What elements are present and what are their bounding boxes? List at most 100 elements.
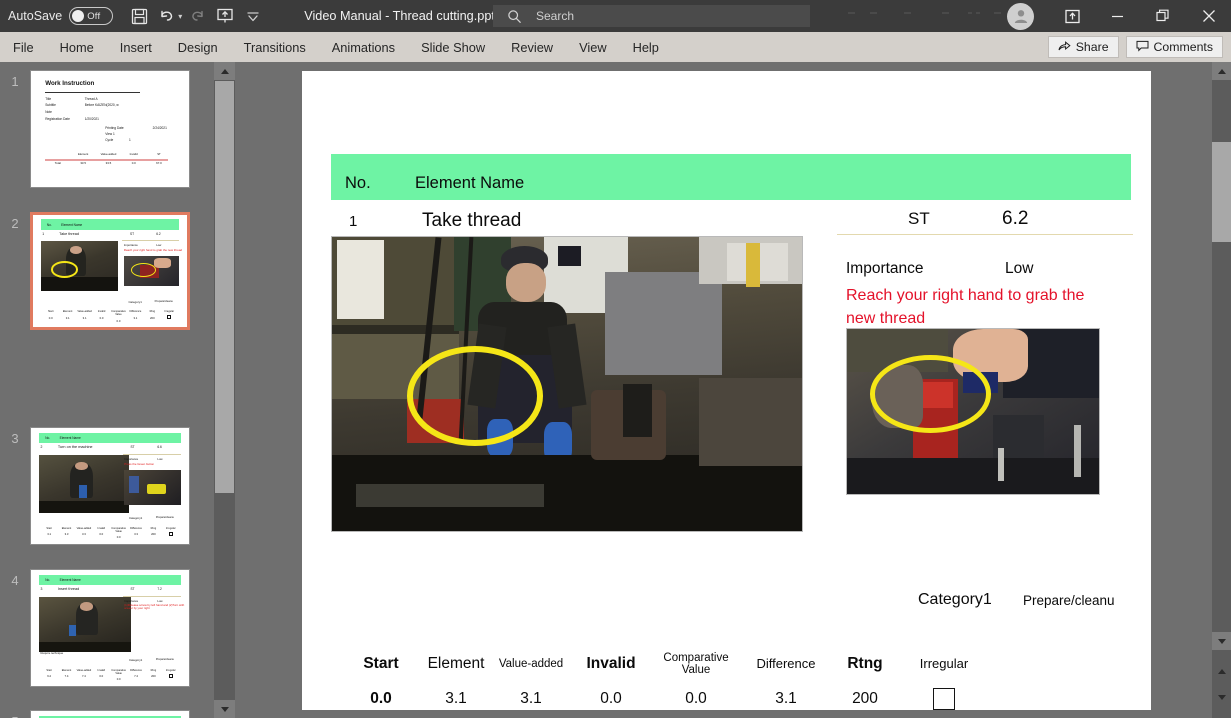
chevron-up-icon [1217, 68, 1226, 74]
mini-footer-value: 200 [151, 674, 156, 679]
tab-design[interactable]: Design [165, 32, 231, 62]
tab-animations[interactable]: Animations [319, 32, 408, 62]
tab-review[interactable]: Review [498, 32, 566, 62]
undo-dropdown-caret[interactable]: ▾ [178, 12, 182, 21]
search-input[interactable]: Search [536, 9, 574, 23]
list-item[interactable]: 5 No. Element Name 4 Threading [0, 710, 214, 718]
mini-header-no: No. [46, 222, 52, 227]
tab-help[interactable]: Help [620, 32, 672, 62]
quick-access-toolbar: ▾ [126, 3, 266, 29]
mini-st-label: ST [130, 587, 135, 592]
highlight-ellipse [407, 345, 544, 446]
element-name: Take thread [422, 210, 522, 231]
scrollbar-thumb[interactable] [215, 81, 234, 493]
comment-icon [1136, 40, 1149, 55]
minimize-button[interactable] [1095, 0, 1140, 32]
mini-field-value: 1 [128, 138, 131, 143]
thumbnail-slide-4[interactable]: No. Element Name 3 Insert thread ST 7.2 … [30, 569, 190, 687]
mini-footer-value: 67.0 [156, 161, 162, 166]
next-slide-button[interactable] [1212, 688, 1231, 706]
mini-footer-value: 3.1 [47, 532, 52, 537]
tab-slide-show[interactable]: Slide Show [408, 32, 498, 62]
mini-footer-value: 3.1 [133, 315, 138, 320]
thumbnail-slide-1[interactable]: Work Instruction Title Thread A Subtitle… [30, 70, 190, 188]
save-icon[interactable] [126, 3, 152, 29]
ribbon-right-actions: Share Comments [1047, 32, 1223, 62]
tab-transitions[interactable]: Transitions [231, 32, 319, 62]
comments-button[interactable]: Comments [1125, 36, 1223, 58]
mini-category-value: Prepare/cleanu [155, 516, 175, 520]
mini-footer-header: Comparative Value [111, 526, 127, 533]
metric-value-value-added: 3.1 [520, 690, 542, 707]
category-value: Prepare/cleanu [1023, 593, 1115, 608]
mini-st-rule [122, 453, 182, 455]
mini-red-note: (1)Release screw by left hand and (2)Tur… [124, 602, 185, 611]
search-box[interactable]: Search [493, 5, 810, 27]
mini-footer-value: 33.5 [105, 161, 112, 166]
slide-pane-scrollbar[interactable] [1212, 62, 1231, 718]
share-button[interactable]: Share [1047, 36, 1119, 58]
slide-canvas[interactable]: No. Element Name 1 Take thread ST 6.2 Im… [302, 71, 1151, 710]
metric-header-irregular: Irregular [919, 656, 969, 672]
close-button[interactable] [1186, 0, 1231, 32]
mini-slide-element: No. Element Name 1 Take thread ST 6.2 Im… [33, 215, 187, 327]
previous-slide-button[interactable] [1212, 662, 1231, 680]
autosave-toggle[interactable]: Off [69, 7, 114, 25]
mini-field-label: View 1 [105, 131, 115, 136]
mini-footer-value: 0.0 [99, 532, 104, 537]
mini-footer-header: Invalid [129, 152, 138, 157]
mini-st-label: ST [130, 445, 135, 450]
mini-slide-element: No. Element Name 2 Turn on the machine S… [31, 428, 189, 544]
mini-footer-header: Difference [130, 526, 142, 530]
mini-footer-value: 0.0 [99, 674, 104, 679]
importance-value: Low [1005, 260, 1034, 277]
tab-view[interactable]: View [566, 32, 620, 62]
ribbon-display-options-icon[interactable] [1050, 0, 1095, 32]
column-header-no: No. [345, 174, 371, 192]
metric-header-invalid: Invalid [586, 654, 636, 672]
start-presentation-icon[interactable] [212, 3, 238, 29]
list-item[interactable]: 2 No. Element Name 1 Take thread ST 6.2 … [0, 212, 214, 330]
tab-file[interactable]: File [0, 32, 47, 62]
scroll-down-button[interactable] [214, 700, 235, 718]
mini-footer-value: 33.5 [80, 161, 86, 166]
mini-header-band: No. Element Name [38, 574, 182, 586]
thumbnail-slide-5[interactable]: No. Element Name 4 Threading ST 23.5 [30, 710, 190, 718]
scroll-up-button[interactable] [214, 62, 235, 80]
mini-footer-value: Total [54, 161, 61, 166]
redo-icon[interactable] [184, 3, 210, 29]
metric-value-rtng: 200 [852, 690, 878, 707]
mini-footer-header: Irregular [164, 310, 175, 314]
mini-row-name: Turn on the machine [57, 445, 93, 450]
mini-title: Work Instruction [45, 80, 95, 88]
mini-main-photo [38, 596, 131, 653]
avatar[interactable] [1007, 2, 1034, 30]
mini-field-value: 2/24/2021 [152, 125, 167, 130]
tab-insert[interactable]: Insert [107, 32, 165, 62]
column-header-element-name: Element Name [415, 174, 525, 192]
thumbnail-slide-2[interactable]: No. Element Name 1 Take thread ST 6.2 Im… [30, 212, 190, 330]
thumbnail-slide-3[interactable]: No. Element Name 2 Turn on the machine S… [30, 427, 190, 545]
share-icon [1058, 40, 1071, 55]
list-item[interactable]: 1 Work Instruction Title Thread A Subtit… [0, 70, 214, 188]
slide-thumbnail-pane[interactable]: 1 Work Instruction Title Thread A Subtit… [0, 62, 214, 718]
mini-footer-value: 6.2 [47, 674, 52, 679]
irregular-checkbox[interactable] [933, 688, 955, 710]
thumbnail-pane-scrollbar[interactable] [214, 62, 235, 718]
tab-home[interactable]: Home [47, 32, 107, 62]
side-photo[interactable] [846, 328, 1100, 495]
list-item[interactable]: 3 No. Element Name 2 Turn on the machine [0, 427, 214, 545]
mini-field-label: Subtitle [45, 103, 56, 108]
customize-quick-access-icon[interactable] [240, 3, 266, 29]
undo-icon[interactable] [154, 3, 180, 29]
mini-footer-table: Start 0.0 Element 3.1 Value-added 3.1 Inval… [42, 310, 178, 323]
mini-irregular-checkbox [168, 531, 173, 536]
restore-button[interactable] [1140, 0, 1186, 32]
list-item[interactable]: 4 No. Element Name 3 Insert thread ST 7.… [0, 569, 214, 687]
scroll-down-button[interactable] [1212, 632, 1231, 650]
scroll-up-button[interactable] [1212, 62, 1231, 80]
scrollbar-thumb[interactable] [1212, 142, 1231, 242]
metric-header-start: Start [363, 654, 399, 672]
mini-footer-header: Value-added [76, 668, 92, 672]
main-photo[interactable] [331, 236, 803, 532]
